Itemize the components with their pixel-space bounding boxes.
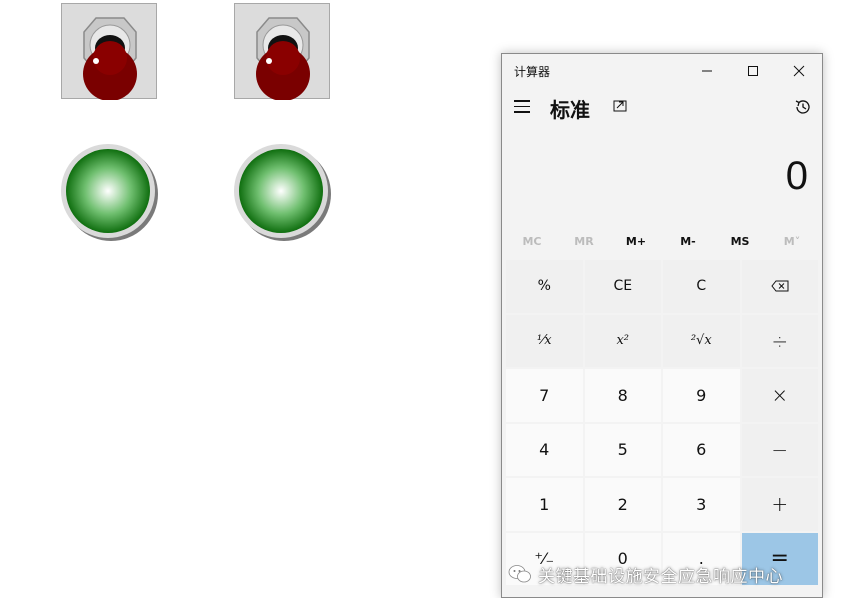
digit-3-button[interactable]: 3: [663, 478, 740, 531]
backspace-button[interactable]: [741, 260, 818, 313]
keep-on-top-icon: [613, 100, 627, 112]
keep-on-top-button[interactable]: [612, 99, 628, 119]
clear-button[interactable]: C: [663, 260, 740, 313]
memory-recall-button[interactable]: MR: [558, 230, 610, 254]
digit-2-button[interactable]: 2: [584, 478, 661, 531]
keypad: % CE C ¹⁄x x² ²√x ÷ 7 8 9 × 4 5 6 − 1 2 …: [506, 260, 820, 585]
green-lamp-icon: [61, 144, 158, 241]
header: 标准: [502, 90, 822, 130]
memory-list-button[interactable]: M˅: [766, 230, 818, 254]
percent-button[interactable]: %: [506, 260, 583, 313]
toggle-switch-icon: [256, 17, 310, 100]
watermark: 关键基础设施安全应急响应中心: [508, 561, 838, 587]
square-button[interactable]: x²: [584, 314, 661, 367]
calculator-window: 计算器 标准 0 MC MR M+ M- MS M˅ % CE C ¹⁄x x²…: [501, 53, 823, 598]
toggle-switch-icon: [83, 17, 137, 100]
close-button[interactable]: [776, 54, 822, 88]
toggle-switch-1[interactable]: [61, 3, 157, 100]
digit-7-button[interactable]: 7: [506, 369, 583, 422]
history-button[interactable]: [794, 98, 812, 120]
wechat-icon: [508, 565, 531, 583]
history-icon: [795, 100, 810, 114]
green-lamp-icon: [234, 144, 331, 241]
divide-button[interactable]: ÷: [741, 314, 818, 367]
indicator-lamp-2: [233, 143, 333, 243]
watermark-text: 关键基础设施安全应急响应中心: [538, 566, 783, 587]
memory-clear-button[interactable]: MC: [506, 230, 558, 254]
multiply-button[interactable]: ×: [741, 369, 818, 422]
reciprocal-button[interactable]: ¹⁄x: [506, 314, 583, 367]
digit-1-button[interactable]: 1: [506, 478, 583, 531]
hamburger-icon: [514, 100, 530, 102]
memory-subtract-button[interactable]: M-: [662, 230, 714, 254]
memory-store-button[interactable]: MS: [714, 230, 766, 254]
indicator-lamp-1: [60, 143, 160, 243]
clear-entry-button[interactable]: CE: [584, 260, 661, 313]
memory-add-button[interactable]: M+: [610, 230, 662, 254]
backspace-icon: [771, 280, 789, 292]
subtract-button[interactable]: −: [741, 423, 818, 476]
title-bar[interactable]: 计算器: [502, 54, 822, 88]
toggle-switch-2[interactable]: [234, 3, 330, 100]
digit-5-button[interactable]: 5: [584, 423, 661, 476]
add-button[interactable]: +: [741, 478, 818, 531]
window-title: 计算器: [514, 65, 551, 79]
digit-6-button[interactable]: 6: [663, 423, 740, 476]
memory-row: MC MR M+ M- MS M˅: [506, 230, 818, 254]
mode-title: 标准: [550, 98, 590, 122]
digit-4-button[interactable]: 4: [506, 423, 583, 476]
maximize-icon: [748, 66, 758, 76]
menu-button[interactable]: [512, 96, 534, 118]
digit-9-button[interactable]: 9: [663, 369, 740, 422]
close-icon: [793, 65, 805, 77]
digit-8-button[interactable]: 8: [584, 369, 661, 422]
result-display: 0: [785, 154, 808, 198]
square-root-button[interactable]: ²√x: [663, 314, 740, 367]
minimize-button[interactable]: [684, 54, 730, 88]
minimize-icon: [702, 70, 712, 72]
maximize-button[interactable]: [730, 54, 776, 88]
